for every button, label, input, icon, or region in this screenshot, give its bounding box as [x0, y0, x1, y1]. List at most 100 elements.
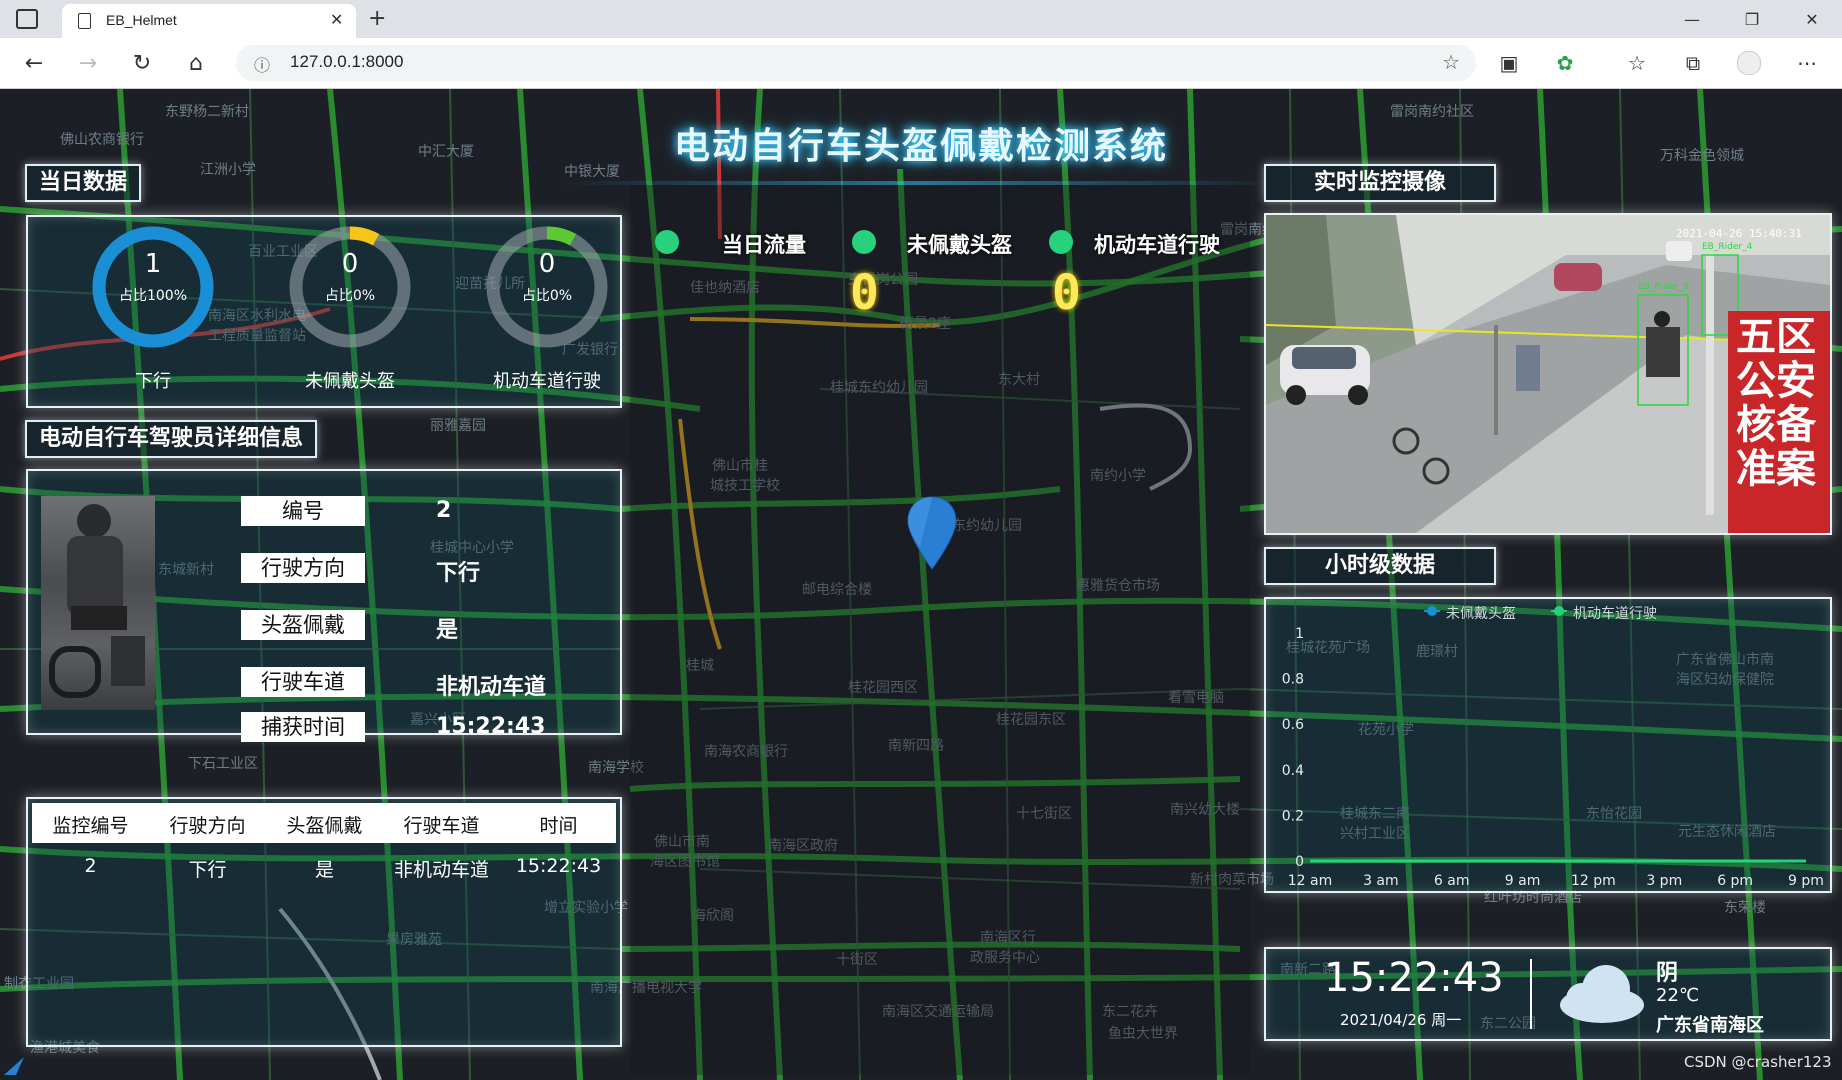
watermark: CSDN @crasher123	[1684, 1053, 1832, 1071]
favorite-add-icon[interactable]: ☆	[1442, 50, 1460, 74]
legend-label[interactable]: 机动车道行驶	[1573, 603, 1657, 623]
reload-icon[interactable]: ↻	[128, 49, 156, 77]
collections-icon[interactable]: ⧉	[1680, 50, 1706, 76]
counter-label-no-helmet: 未佩戴头盔	[907, 233, 1012, 257]
field-label-lane: 行驶车道	[241, 667, 365, 697]
table-cell: 非机动车道	[393, 859, 489, 881]
camera-timestamp: 2021-04-26 15:40:31	[1676, 227, 1802, 240]
minimize-icon[interactable]: —	[1662, 0, 1722, 38]
center-map-overlay	[630, 185, 1250, 1075]
extension-icon[interactable]: ▣	[1496, 50, 1522, 76]
weather-location: 广东省南海区	[1656, 1015, 1764, 1036]
new-tab-icon[interactable]: +	[368, 6, 386, 31]
hourly-chart[interactable]: 0 0.2 0.4 0.6 0.8 1 12 am 3 am 6 am 9 am 12 pm 3 pm…	[1266, 599, 1830, 891]
tab-title: EB_Helmet	[106, 12, 177, 28]
y-tick-label: 0.8	[1282, 672, 1304, 688]
site-info-icon[interactable]: ⓘ	[254, 52, 270, 76]
table-header-cell: 行驶方向	[169, 815, 246, 837]
status-dot	[852, 230, 876, 254]
table-cell: 2	[84, 855, 97, 877]
ring-value-no-helmet: 0	[341, 249, 359, 279]
home-icon[interactable]: ⌂	[182, 49, 210, 77]
close-window-icon[interactable]: ✕	[1782, 0, 1842, 38]
ring-label-motor-lane: 机动车道行驶	[493, 371, 601, 392]
legend-marker-no-helmet	[1424, 603, 1440, 619]
field-value-lane: 非机动车道	[436, 675, 547, 700]
field-value-helmet: 是	[436, 618, 459, 643]
browser-tab[interactable]: EB_Helmet ✕	[62, 4, 356, 38]
y-tick-label: 1	[1295, 626, 1304, 642]
camera-title: 实时监控摄像	[1264, 164, 1496, 202]
url-text: 127.0.0.1:8000	[290, 52, 404, 71]
map-place-label: 丽雅嘉园	[430, 418, 486, 434]
restore-icon[interactable]: ❐	[1722, 0, 1782, 38]
table-cell: 是	[314, 859, 334, 881]
address-field[interactable]: ⓘ 127.0.0.1:8000 ☆	[236, 45, 1476, 81]
table-cell: 15:22:43	[515, 855, 602, 877]
back-icon[interactable]: ←	[20, 49, 48, 77]
rider-detail-title: 电动自行车驾驶员详细信息	[25, 420, 318, 458]
counter-value-no-helmet: 0	[850, 265, 879, 321]
weather-condition: 阴	[1656, 961, 1679, 986]
ring-value-motor-lane: 0	[538, 249, 556, 279]
x-tick-label: 12 am	[1288, 873, 1332, 889]
ring-pct-no-helmet: 占比0%	[324, 288, 376, 304]
counter-value-motor-lane: 0	[1052, 265, 1081, 321]
field-label-direction: 行驶方向	[241, 553, 365, 583]
weather-temp: 22℃	[1656, 985, 1700, 1006]
table-header: 监控编号 行驶方向 头盔佩戴 行驶车道 时间	[32, 803, 616, 843]
field-label-id: 编号	[241, 496, 365, 526]
counter-label-motor-lane: 机动车道行驶	[1094, 233, 1220, 257]
field-value-direction: 下行	[436, 561, 481, 586]
browser-tab-bar: EB_Helmet ✕ + — ❐ ✕	[0, 0, 1842, 38]
clock-time: 15:22:43	[1324, 955, 1504, 1001]
x-tick-label: 6 pm	[1717, 873, 1753, 889]
daily-data-title: 当日数据	[25, 164, 142, 202]
x-tick-label: 3 am	[1363, 873, 1399, 889]
page-title: 电动自行车头盔佩戴检测系统	[673, 126, 1168, 167]
field-value-time: 15:22:43	[436, 714, 546, 739]
dashboard: 东野杨二新村 佛山农商银行 江洲小学 中汇大厦 中银大厦 雷岗南约社区 万科金色领城 百业工业…	[0, 89, 1842, 1080]
clock-weather-panel: 15:22:43 2021/04/26 周一 阴 22℃ 广东省南海区	[1264, 947, 1832, 1041]
window-controls: — ❐ ✕	[1662, 0, 1842, 38]
table-header-cell: 时间	[539, 815, 578, 837]
table-row[interactable]: 2 下行 是 非机动车道 15:22:43	[32, 851, 616, 887]
ring-value-down: 1	[144, 249, 162, 279]
x-tick-label: 9 am	[1505, 873, 1541, 889]
field-value-id: 2	[436, 498, 452, 523]
rider-photo	[41, 496, 155, 710]
x-tick-label: 6 am	[1434, 873, 1470, 889]
map-place-label: 东荣楼	[1724, 900, 1766, 916]
y-tick-label: 0.4	[1282, 763, 1304, 779]
page-icon	[78, 13, 91, 29]
camera-feed[interactable]: EB_Rider_3 EB_Rider_4 2021-04-26 15:40:3…	[1264, 213, 1832, 535]
favorites-icon[interactable]: ☆	[1624, 50, 1650, 76]
evernote-icon[interactable]: ✿	[1552, 50, 1578, 76]
cloud-icon	[1560, 965, 1644, 1023]
forward-icon[interactable]: →	[74, 49, 102, 77]
window-menu-icon[interactable]	[16, 9, 38, 29]
detection-label: EB_Rider_4	[1702, 242, 1753, 252]
x-tick-label: 3 pm	[1646, 873, 1682, 889]
location-pin-icon[interactable]	[906, 495, 958, 573]
close-tab-icon[interactable]: ✕	[330, 10, 343, 29]
status-dot	[655, 230, 679, 254]
legend-label[interactable]: 未佩戴头盔	[1446, 603, 1516, 623]
divider	[1530, 959, 1532, 1029]
status-dot	[1049, 230, 1073, 254]
ring-pct-down: 占比100%	[118, 288, 188, 304]
profile-icon[interactable]	[1736, 50, 1762, 76]
field-label-helmet: 头盔佩戴	[241, 610, 365, 640]
counter-value-flow	[648, 265, 668, 315]
clock-date: 2021/04/26 周一	[1340, 1011, 1462, 1029]
y-tick-label: 0	[1295, 854, 1304, 870]
table-cell: 下行	[188, 859, 227, 881]
detection-label: EB_Rider_3	[1638, 282, 1689, 292]
hourly-data-title: 小时级数据	[1264, 547, 1496, 585]
rider-detail-panel: 编号 2 行驶方向 下行 头盔佩戴 是 行驶车道 非机动车道 捕获时间 15:2…	[26, 469, 622, 742]
x-tick-label: 9 pm	[1788, 873, 1824, 889]
table-header-cell: 监控编号	[52, 815, 129, 837]
daily-data-panel: 1 占比100% 下行 0 占比0% 未佩戴头盔 0 占比0% 机动车道行驶	[26, 215, 622, 408]
more-icon[interactable]: ⋯	[1794, 50, 1820, 76]
table-header-cell: 行驶车道	[403, 815, 480, 837]
